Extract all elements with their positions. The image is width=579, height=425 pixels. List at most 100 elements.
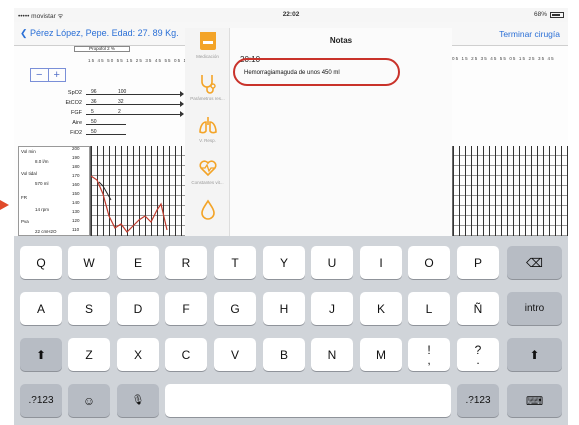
microphone-icon: 🎙 <box>131 395 145 406</box>
key-lower-char: . <box>476 352 480 367</box>
key-t[interactable]: T <box>214 246 256 279</box>
numbers-key-left[interactable]: .?123 <box>20 384 62 417</box>
param-name: FiO2 <box>70 130 82 136</box>
key-g[interactable]: G <box>214 292 256 325</box>
key-f[interactable]: F <box>165 292 207 325</box>
drug-row[interactable]: Propofol 2 % <box>74 46 130 52</box>
key-z[interactable]: Z <box>68 338 110 371</box>
battery-percent: 68% <box>533 11 547 18</box>
param-row[interactable]: FiO2 50 <box>14 129 164 138</box>
delete-key[interactable]: ⌫ <box>507 246 562 279</box>
zoom-out-button[interactable]: − <box>31 69 48 81</box>
arrow-icon <box>180 91 184 97</box>
param-value: 36 <box>91 99 97 105</box>
key-enye[interactable]: Ñ <box>457 292 499 325</box>
finish-surgery-button[interactable]: Terminar cirugía <box>499 29 560 39</box>
panel-value: 22 cmH2O <box>35 229 57 234</box>
drop-icon <box>200 199 215 220</box>
status-bar: ••••• movistar ᯤ 22:02 68% <box>14 8 568 22</box>
key-u[interactable]: U <box>311 246 353 279</box>
key-i[interactable]: I <box>360 246 402 279</box>
key-v[interactable]: V <box>214 338 256 371</box>
param-name: EtCO2 <box>65 100 82 106</box>
stethoscope-icon <box>200 75 216 94</box>
zoom-control[interactable]: − + <box>30 68 66 82</box>
key-e[interactable]: E <box>117 246 159 279</box>
key-r[interactable]: R <box>165 246 207 279</box>
panel-value: 570 ml <box>35 181 49 186</box>
key-h[interactable]: H <box>263 292 305 325</box>
param-value: 100 <box>118 89 127 95</box>
notes-category-sidebar: Medicación Parámetros res... V. Resp. Co… <box>185 28 230 236</box>
panel-label: FR <box>21 195 27 200</box>
key-c[interactable]: C <box>165 338 207 371</box>
param-value: 2 <box>118 109 121 115</box>
space-bar[interactable] <box>165 384 451 417</box>
key-n[interactable]: N <box>311 338 353 371</box>
key-y[interactable]: Y <box>263 246 305 279</box>
shift-icon: ⬆ <box>35 347 47 362</box>
time-scale: 15 45 50 55 15 25 35 45 55 05 15 <box>88 58 191 63</box>
key-b[interactable]: B <box>263 338 305 371</box>
note-text-input[interactable]: Hemorragiamaguda de unos 450 ml <box>244 70 340 76</box>
axis-tick: 160 <box>72 182 80 187</box>
key-w[interactable]: W <box>68 246 110 279</box>
key-a[interactable]: A <box>20 292 62 325</box>
axis-tick: 120 <box>72 218 80 223</box>
key-k[interactable]: K <box>360 292 402 325</box>
trend-grid-right <box>452 146 568 236</box>
key-exclamation-comma[interactable]: !, <box>408 338 450 371</box>
key-q[interactable]: Q <box>20 246 62 279</box>
axis-tick: 140 <box>72 200 80 205</box>
axis-tick: 190 <box>72 155 80 160</box>
shift-key-right[interactable]: ⬆ <box>507 338 562 371</box>
sidebar-item-parameters[interactable]: Parámetros res... <box>185 72 230 112</box>
sidebar-item-label: Medicación <box>196 54 219 59</box>
param-name: Aire <box>72 120 82 126</box>
panel-value: 14 rpm <box>35 207 50 212</box>
time-scale-right: 05 15 25 35 45 55 05 15 25 35 45 <box>452 56 555 61</box>
back-button[interactable]: ❮ Pérez López, Pepe. Edad: 27. 89 Kg. <box>20 28 179 39</box>
heartbeat-icon <box>198 160 217 177</box>
clock: 22:02 <box>282 11 300 18</box>
shift-key-left[interactable]: ⬆ <box>20 338 62 371</box>
key-x[interactable]: X <box>117 338 159 371</box>
zoom-in-button[interactable]: + <box>47 69 66 81</box>
param-line <box>86 104 182 105</box>
return-key[interactable]: intro <box>507 292 562 325</box>
axis-tick: 180 <box>72 164 80 169</box>
key-l[interactable]: L <box>408 292 450 325</box>
param-name: FGF <box>71 110 82 116</box>
param-line <box>86 94 182 95</box>
hide-keyboard-key[interactable]: ⌨ <box>507 384 562 417</box>
key-m[interactable]: M <box>360 338 402 371</box>
panel-label: Vol min <box>21 149 36 154</box>
battery-icon <box>550 11 564 18</box>
key-question-period[interactable]: ?. <box>457 338 499 371</box>
sidebar-item-vitals[interactable]: Constantes vit... <box>185 156 230 196</box>
param-row[interactable]: SpO2 96 100 <box>14 89 184 98</box>
key-j[interactable]: J <box>311 292 353 325</box>
param-row[interactable]: EtCO2 36 32 <box>14 99 184 108</box>
axis-tick: 150 <box>72 191 80 196</box>
axis-tick: 170 <box>72 173 80 178</box>
numbers-key-right[interactable]: .?123 <box>457 384 499 417</box>
key-p[interactable]: P <box>457 246 499 279</box>
param-row[interactable]: Aire 50 <box>14 119 164 128</box>
y-axis: 200 190 180 170 160 150 140 130 120 110 <box>72 146 88 236</box>
param-line <box>86 114 182 115</box>
sidebar-item-resp[interactable]: V. Resp. <box>185 114 230 154</box>
sidebar-item-fluids[interactable] <box>185 198 230 238</box>
row-pointer-icon <box>0 200 9 210</box>
param-row[interactable]: FGF 5 2 <box>14 109 184 118</box>
param-value: 5 <box>91 109 94 115</box>
key-s[interactable]: S <box>68 292 110 325</box>
dictation-key[interactable]: 🎙 <box>117 384 159 417</box>
param-value: 50 <box>91 119 97 125</box>
emoji-key[interactable]: ☺ <box>68 384 110 417</box>
key-d[interactable]: D <box>117 292 159 325</box>
trend-trace <box>90 175 168 233</box>
key-o[interactable]: O <box>408 246 450 279</box>
param-value: 96 <box>91 89 97 95</box>
sidebar-item-medication[interactable]: Medicación <box>185 30 230 70</box>
